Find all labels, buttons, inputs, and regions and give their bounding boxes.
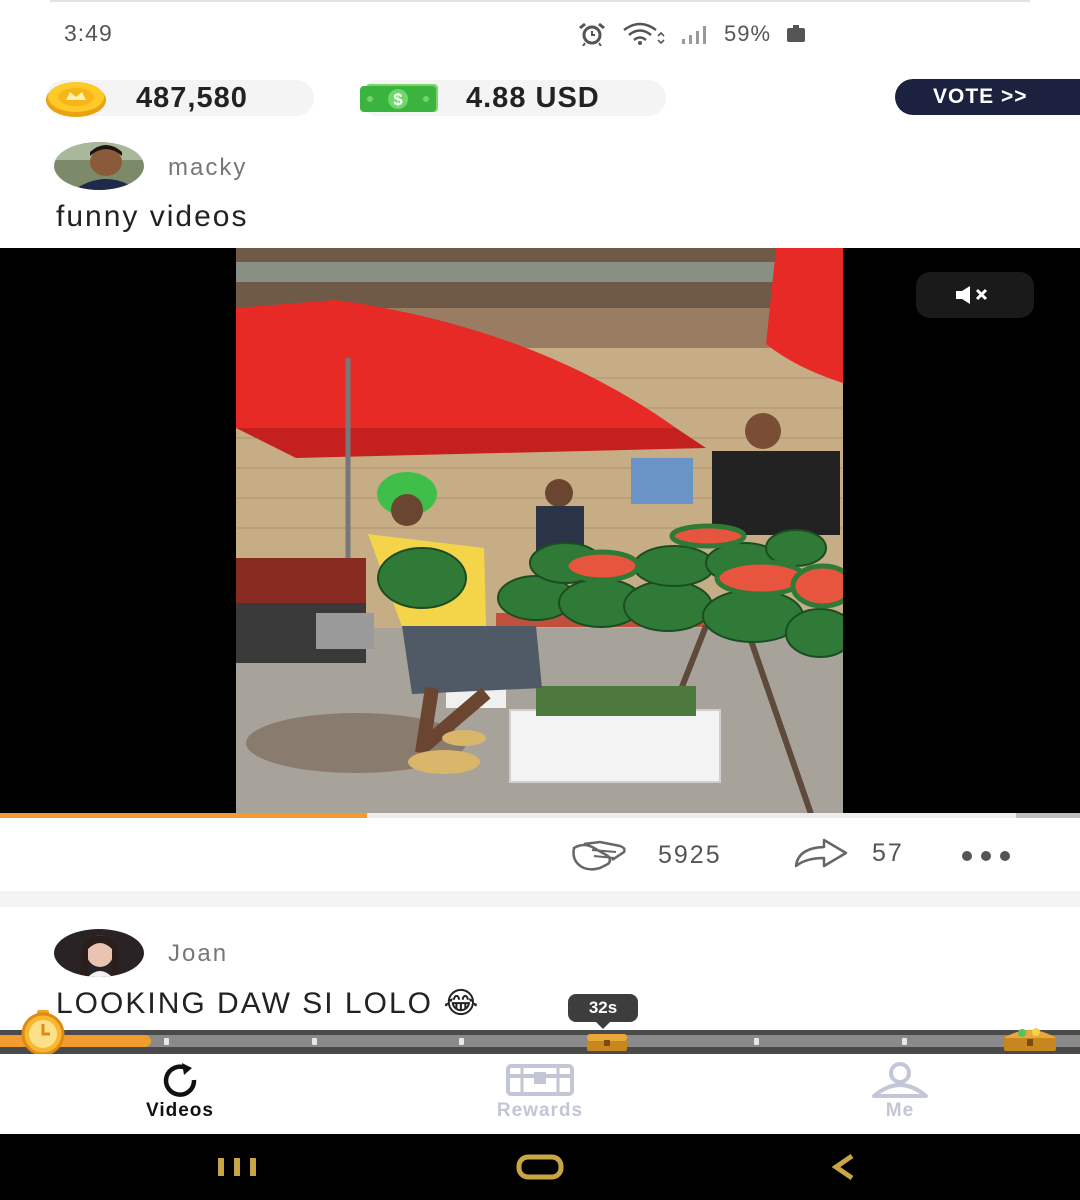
share-button[interactable]: 57 [792, 838, 904, 868]
timer-tick [164, 1038, 169, 1045]
avatar-photo [54, 929, 144, 977]
treasure-chest-icon [587, 1034, 627, 1051]
like-count: 5925 [658, 840, 722, 869]
nav-videos-label: Videos [146, 1100, 214, 1121]
coin-balance[interactable]: 487,580 [46, 80, 314, 117]
cash-balance[interactable]: $ 4.88 USD [360, 80, 666, 116]
stopwatch-icon [21, 1010, 65, 1056]
cash-amount: 4.88 USD [466, 82, 600, 114]
like-button[interactable]: 5925 [570, 838, 722, 872]
post-caption: LOOKING DAW SI LOLO 😂 [56, 986, 480, 1021]
post-divider [0, 891, 1080, 907]
reward-timer-bar [0, 1030, 1080, 1054]
recent-apps-icon[interactable] [216, 1152, 258, 1182]
alarm-icon [579, 22, 605, 46]
bottom-navigation: Videos Rewards Me [0, 1054, 1080, 1134]
battery-percent: 59% [724, 21, 772, 46]
timer-tick [459, 1038, 464, 1045]
cash-icon: $ [360, 84, 438, 112]
more-options-button[interactable] [962, 851, 1022, 863]
back-icon[interactable] [828, 1152, 858, 1182]
person-icon [872, 1062, 928, 1098]
laughing-emoji: 😂 [443, 987, 481, 1020]
share-count: 57 [872, 838, 904, 867]
wifi-icon [623, 22, 665, 45]
timer-countdown: 32s [568, 994, 638, 1029]
speaker-muted-icon [956, 286, 988, 304]
status-icons: 59% [576, 20, 807, 48]
nav-rewards[interactable]: Rewards [440, 1062, 640, 1122]
reward-timer-track [0, 1035, 1080, 1047]
coin-count: 487,580 [136, 82, 248, 114]
clap-icon [572, 840, 626, 871]
nav-videos[interactable]: Videos [80, 1062, 280, 1122]
avatar-photo [54, 142, 144, 190]
svg-text:$: $ [393, 90, 403, 109]
post-actions: 5925 57 [0, 818, 1080, 890]
top-divider [50, 0, 1030, 2]
refresh-icon [163, 1063, 197, 1097]
timer-tick [754, 1038, 759, 1045]
post-username[interactable]: Joan [168, 940, 228, 968]
timer-tick [902, 1038, 907, 1045]
status-time: 3:49 [64, 20, 113, 46]
post-caption-text: LOOKING DAW SI LOLO [56, 987, 433, 1020]
video-player[interactable] [0, 248, 1080, 814]
vote-button[interactable]: VOTE >> [895, 79, 1080, 115]
nav-me[interactable]: Me [800, 1062, 1000, 1122]
coin-icon [46, 82, 106, 117]
nav-rewards-label: Rewards [496, 1100, 584, 1121]
nav-me-label: Me [885, 1100, 915, 1121]
dot-icon [1000, 851, 1010, 861]
dot-icon [962, 851, 972, 861]
treasure-chest-icon [506, 1064, 574, 1096]
treasure-chest-icon [1004, 1028, 1056, 1051]
avatar[interactable] [54, 142, 144, 190]
status-bar: 3:49 59% [0, 0, 1080, 66]
video-thumbnail [236, 248, 843, 814]
avatar[interactable] [54, 929, 144, 977]
video-frame[interactable] [236, 248, 843, 814]
mute-button[interactable] [916, 272, 1034, 318]
home-icon[interactable] [516, 1152, 564, 1182]
post-caption: funny videos [56, 200, 249, 233]
post-username[interactable]: macky [168, 154, 247, 182]
system-navigation-bar [0, 1134, 1080, 1200]
dot-icon [981, 851, 991, 861]
timer-tick [312, 1038, 317, 1045]
signal-icon [682, 26, 706, 44]
battery-icon [787, 25, 806, 42]
share-icon [794, 838, 848, 868]
